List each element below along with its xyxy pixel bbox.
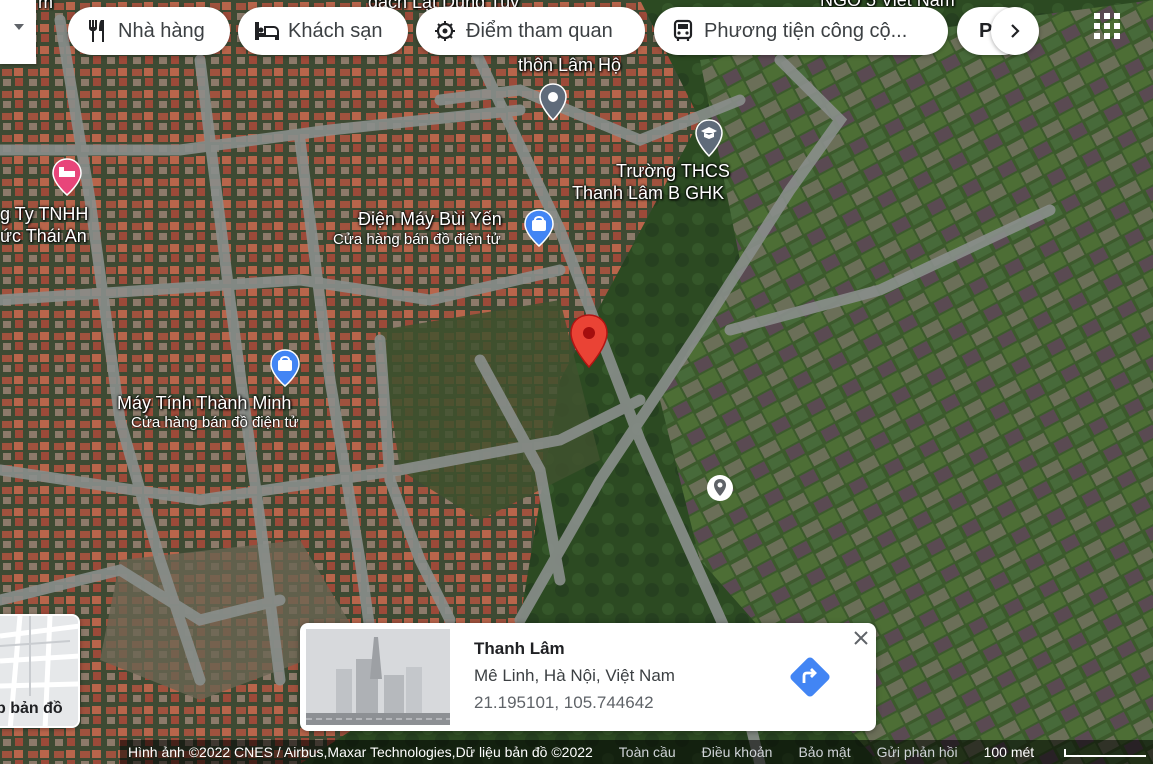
restaurant-icon xyxy=(84,18,110,44)
place-name: Thanh Lâm xyxy=(474,639,565,658)
shopping-bag-pin-1[interactable] xyxy=(523,208,555,248)
close-icon[interactable] xyxy=(851,628,871,648)
shopping-bag-pin-2[interactable] xyxy=(269,348,301,388)
school-pin[interactable] xyxy=(694,118,724,158)
map-footer: Hình ảnh ©2022 CNES / Airbus,Maxar Techn… xyxy=(120,740,1153,764)
side-panel-toggle[interactable] xyxy=(0,0,36,64)
chip-transit[interactable]: Phương tiện công cộ... xyxy=(654,7,948,55)
dropped-location-marker[interactable] xyxy=(705,473,735,503)
company-label-line2[interactable]: ức Thái An xyxy=(0,226,87,247)
poi-pin-lam-ho[interactable] xyxy=(538,82,568,122)
hotel-pin[interactable] xyxy=(51,157,83,197)
hotel-icon xyxy=(254,18,280,44)
place-address: Mê Linh, Hà Nội, Việt Nam xyxy=(474,666,675,685)
selected-location-pin[interactable] xyxy=(569,313,609,369)
scale-label: 100 mét xyxy=(983,744,1035,760)
footer-link-terms[interactable]: Điều khoản xyxy=(702,744,773,760)
poi-label-lam-ho[interactable]: thôn Lâm Hộ xyxy=(518,55,621,76)
scale-bar[interactable]: 100 mét xyxy=(984,744,1153,760)
footer-link-global[interactable]: Toàn cầu xyxy=(619,744,676,760)
place-card[interactable]: Thanh Lâm Mê Linh, Hà Nội, Việt Nam 21.1… xyxy=(300,623,876,731)
directions-icon[interactable] xyxy=(787,654,833,700)
chip-label: Phương tiện công cộ... xyxy=(704,19,908,42)
layer-toggle[interactable]: p bản đồ xyxy=(0,614,80,728)
chip-label: Khách sạn xyxy=(288,19,383,42)
store1-type: Cửa hàng bán đồ điện tử xyxy=(333,231,501,248)
place-coordinates[interactable]: 21.195101, 105.744642 xyxy=(474,693,654,713)
store2-name[interactable]: Máy Tính Thành Minh xyxy=(117,393,291,414)
city-placeholder-icon xyxy=(306,629,450,725)
store2-type: Cửa hàng bán đồ điện tử xyxy=(131,414,299,431)
scale-line xyxy=(1064,749,1147,758)
caret-down-icon xyxy=(14,24,24,30)
company-label-line1[interactable]: g Ty TNHH xyxy=(0,204,88,225)
place-thumbnail[interactable] xyxy=(306,629,450,725)
chip-restaurants[interactable]: Nhà hàng xyxy=(68,7,230,55)
map-label-left-top: m xyxy=(38,0,53,12)
transit-icon xyxy=(670,18,696,44)
footer-link-feedback[interactable]: Gửi phản hồi xyxy=(877,744,958,760)
chips-next-button[interactable] xyxy=(991,7,1039,55)
apps-grid-icon[interactable] xyxy=(1094,13,1122,41)
chevron-right-icon xyxy=(1011,24,1020,38)
chip-label: Nhà hàng xyxy=(118,19,205,42)
attraction-icon xyxy=(432,18,458,44)
attribution-text: Hình ảnh ©2022 CNES / Airbus,Maxar Techn… xyxy=(128,744,593,760)
school-label-line2[interactable]: Thanh Lâm B GHK xyxy=(572,183,724,204)
footer-link-privacy[interactable]: Bảo mật xyxy=(798,744,850,760)
chip-label: Điểm tham quan xyxy=(466,19,613,42)
store1-name[interactable]: Điện Máy Bùi Yến xyxy=(358,209,502,230)
chip-hotels[interactable]: Khách sạn xyxy=(238,7,408,55)
school-label-line1[interactable]: Trường THCS xyxy=(616,161,730,182)
layer-toggle-label: p bản đồ xyxy=(0,700,63,717)
chip-attractions[interactable]: Điểm tham quan xyxy=(416,7,645,55)
